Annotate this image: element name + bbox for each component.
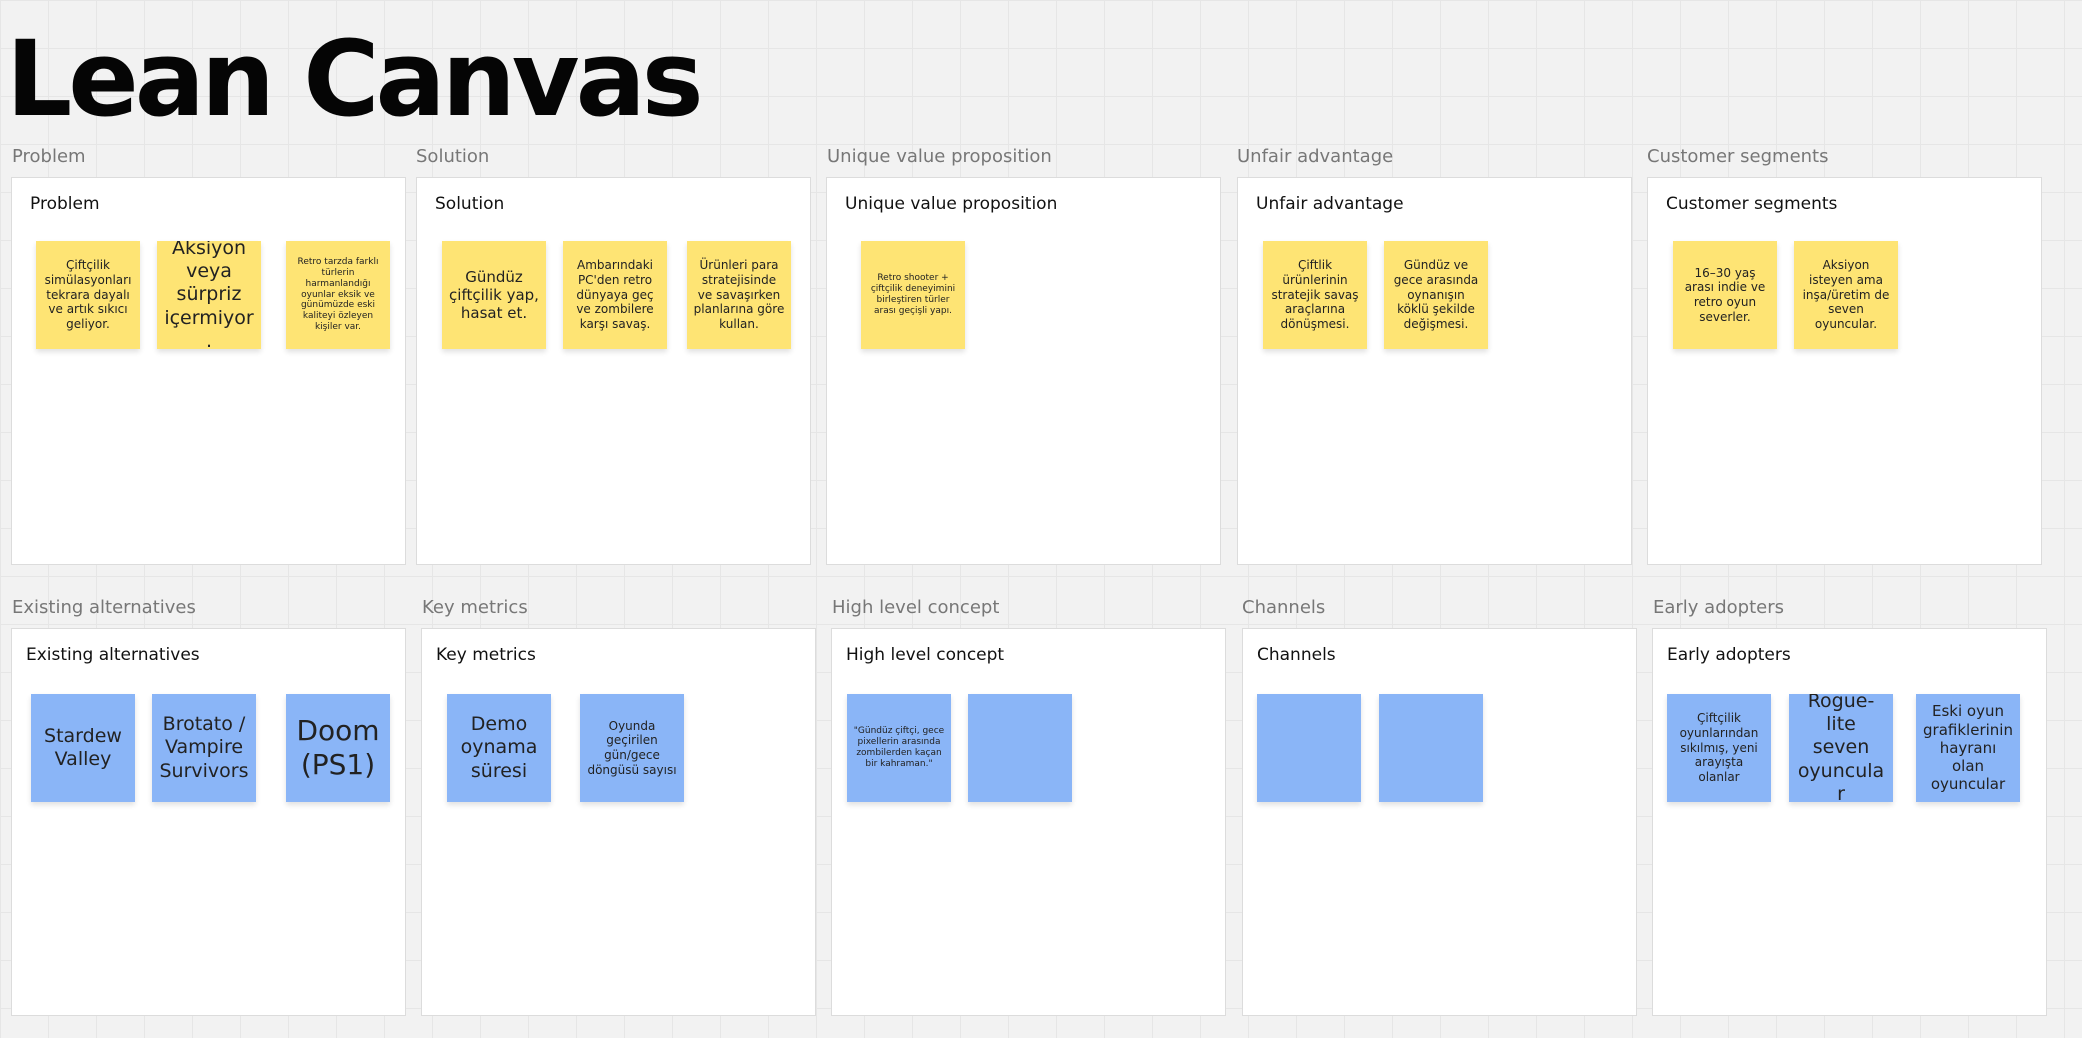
- frame-heading-segments: Customer segments: [1666, 194, 1838, 214]
- frame-heading-problem: Problem: [30, 194, 100, 214]
- frame-heading-concept: High level concept: [846, 645, 1005, 665]
- frame-adopters[interactable]: Early adopters Çiftçilik oyunlarından sı…: [1652, 628, 2047, 1016]
- frame-alternatives[interactable]: Existing alternatives Stardew Valley Bro…: [11, 628, 406, 1016]
- frame-heading-unfair: Unfair advantage: [1256, 194, 1404, 214]
- sticky-note[interactable]: Retro shooter + çiftçilik deneyimini bir…: [861, 241, 965, 349]
- sticky-note[interactable]: Çiftçilik simülasyonları tekrara dayalı …: [36, 241, 140, 349]
- frame-label-concept: High level concept: [832, 597, 1000, 618]
- frame-unfair[interactable]: Unfair advantage Çiftlik ürünlerinin str…: [1237, 177, 1632, 565]
- sticky-note[interactable]: Ürünleri para stratejisinde ve savaşırke…: [687, 241, 791, 349]
- frame-heading-adopters: Early adopters: [1667, 645, 1791, 665]
- sticky-note[interactable]: Demo oynama süresi: [447, 694, 551, 802]
- sticky-note[interactable]: Ambarındaki PC'den retro dünyaya geç ve …: [563, 241, 667, 349]
- sticky-note[interactable]: Aksiyon veya sürpriz içermiyor.: [157, 241, 261, 349]
- sticky-note-empty[interactable]: [968, 694, 1072, 802]
- frame-uvp[interactable]: Unique value proposition Retro shooter +…: [826, 177, 1221, 565]
- frame-segments[interactable]: Customer segments 16–30 yaş arası indie …: [1647, 177, 2042, 565]
- frame-label-metrics: Key metrics: [422, 597, 528, 618]
- frame-channels[interactable]: Channels: [1242, 628, 1637, 1016]
- sticky-note[interactable]: 16–30 yaş arası indie ve retro oyun seve…: [1673, 241, 1777, 349]
- frame-concept[interactable]: High level concept "Gündüz çiftçi, gece …: [831, 628, 1226, 1016]
- sticky-note[interactable]: "Gündüz çiftçi, gece pixellerin arasında…: [847, 694, 951, 802]
- sticky-note[interactable]: Gündüz çiftçilik yap, hasat et.: [442, 241, 546, 349]
- sticky-note[interactable]: Oyunda geçirilen gün/gece döngüsü sayısı: [580, 694, 684, 802]
- frame-label-solution: Solution: [416, 146, 490, 167]
- frame-heading-channels: Channels: [1257, 645, 1336, 665]
- frame-heading-solution: Solution: [435, 194, 505, 214]
- frame-label-unfair: Unfair advantage: [1237, 146, 1394, 167]
- frame-problem[interactable]: Problem Çiftçilik simülasyonları tekrara…: [11, 177, 406, 565]
- frame-label-alternatives: Existing alternatives: [12, 597, 196, 618]
- sticky-note[interactable]: Brotato / Vampire Survivors: [152, 694, 256, 802]
- frame-metrics[interactable]: Key metrics Demo oynama süresi Oyunda ge…: [421, 628, 816, 1016]
- sticky-note[interactable]: Çiftlik ürünlerinin stratejik savaş araç…: [1263, 241, 1367, 349]
- sticky-note[interactable]: Rogue-lite seven oyuncular: [1789, 694, 1893, 802]
- frame-heading-uvp: Unique value proposition: [845, 194, 1058, 214]
- sticky-note-empty[interactable]: [1257, 694, 1361, 802]
- sticky-note[interactable]: Çiftçilik oyunlarından sıkılmış, yeni ar…: [1667, 694, 1771, 802]
- sticky-note[interactable]: Eski oyun grafiklerinin hayranı olan oyu…: [1916, 694, 2020, 802]
- sticky-note[interactable]: Retro tarzda farklı türlerin harmanlandı…: [286, 241, 390, 349]
- frame-label-uvp: Unique value proposition: [827, 146, 1052, 167]
- frame-label-problem: Problem: [12, 146, 86, 167]
- sticky-note-empty[interactable]: [1379, 694, 1483, 802]
- frame-heading-alternatives: Existing alternatives: [26, 645, 200, 665]
- frame-label-segments: Customer segments: [1647, 146, 1829, 167]
- sticky-note[interactable]: Aksiyon isteyen ama inşa/üretim de seven…: [1794, 241, 1898, 349]
- board-title: Lean Canvas: [6, 18, 704, 140]
- sticky-note[interactable]: Doom (PS1): [286, 694, 390, 802]
- frame-label-adopters: Early adopters: [1653, 597, 1784, 618]
- frame-label-channels: Channels: [1242, 597, 1326, 618]
- frame-heading-metrics: Key metrics: [436, 645, 536, 665]
- sticky-note[interactable]: Stardew Valley: [31, 694, 135, 802]
- sticky-note[interactable]: Gündüz ve gece arasında oynanışın köklü …: [1384, 241, 1488, 349]
- frame-solution[interactable]: Solution Gündüz çiftçilik yap, hasat et.…: [416, 177, 811, 565]
